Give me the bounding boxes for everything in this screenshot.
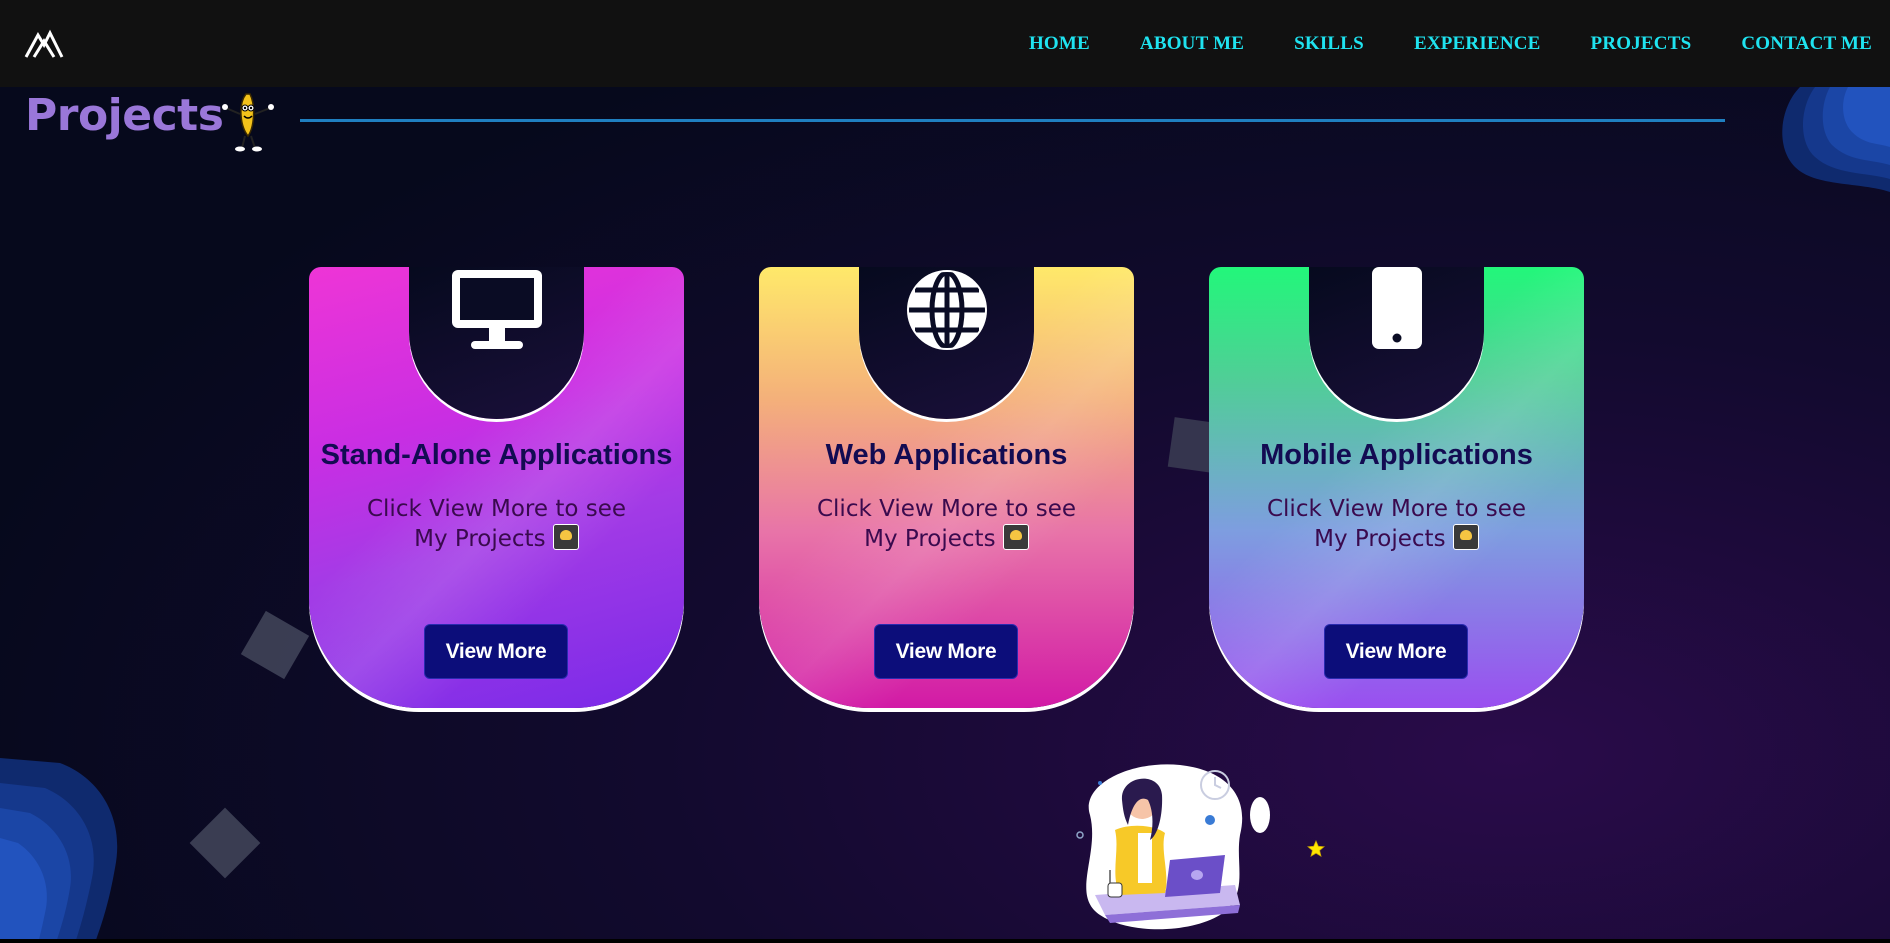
project-card-standalone: Stand-Alone Applications Click View More… (309, 267, 684, 708)
technologist-emoji-icon (552, 524, 579, 550)
bottom-border (0, 939, 1890, 943)
bottom-left-wave-decoration (0, 758, 118, 943)
top-navigation-bar: HOME ABOUT ME SKILLS EXPERIENCE PROJECTS… (0, 0, 1890, 87)
card-title: Mobile Applications (1260, 439, 1533, 471)
main-nav: HOME ABOUT ME SKILLS EXPERIENCE PROJECTS… (1029, 0, 1872, 87)
diamond-decoration (240, 610, 310, 680)
project-card-web: Web Applications Click View More to see … (759, 267, 1134, 708)
woman-working-laptop-illustration (1076, 764, 1270, 930)
star-icon (1307, 840, 1325, 857)
project-card-mobile: Mobile Applications Click View More to s… (1209, 267, 1584, 708)
card-title: Stand-Alone Applications (320, 439, 673, 471)
technologist-emoji-icon (1002, 524, 1029, 550)
dancing-banana-icon (222, 93, 274, 152)
top-right-wave-decoration (1782, 87, 1890, 192)
smartphone-icon (1371, 267, 1422, 349)
card-description: Click View More to see My Projects (366, 496, 627, 552)
section-title: Projects (25, 90, 224, 141)
nav-home-link[interactable]: HOME (1029, 33, 1090, 55)
nav-projects-link[interactable]: PROJECTS (1591, 33, 1692, 55)
view-more-button[interactable]: View More (1324, 624, 1468, 679)
globe-icon (906, 270, 987, 350)
view-more-button[interactable]: View More (874, 624, 1018, 679)
nav-about-link[interactable]: ABOUT ME (1140, 33, 1244, 55)
nav-experience-link[interactable]: EXPERIENCE (1414, 33, 1541, 55)
nav-contact-link[interactable]: CONTACT ME (1741, 33, 1872, 55)
diamond-decoration (189, 807, 261, 879)
logo-icon[interactable] (24, 27, 64, 59)
view-more-button[interactable]: View More (424, 624, 568, 679)
nav-skills-link[interactable]: SKILLS (1294, 33, 1364, 55)
card-description: Click View More to see My Projects (1266, 496, 1527, 552)
card-title: Web Applications (825, 439, 1068, 471)
card-description: Click View More to see My Projects (816, 496, 1077, 552)
section-divider (300, 119, 1725, 122)
monitor-icon (451, 270, 542, 349)
technologist-emoji-icon (1452, 524, 1479, 550)
